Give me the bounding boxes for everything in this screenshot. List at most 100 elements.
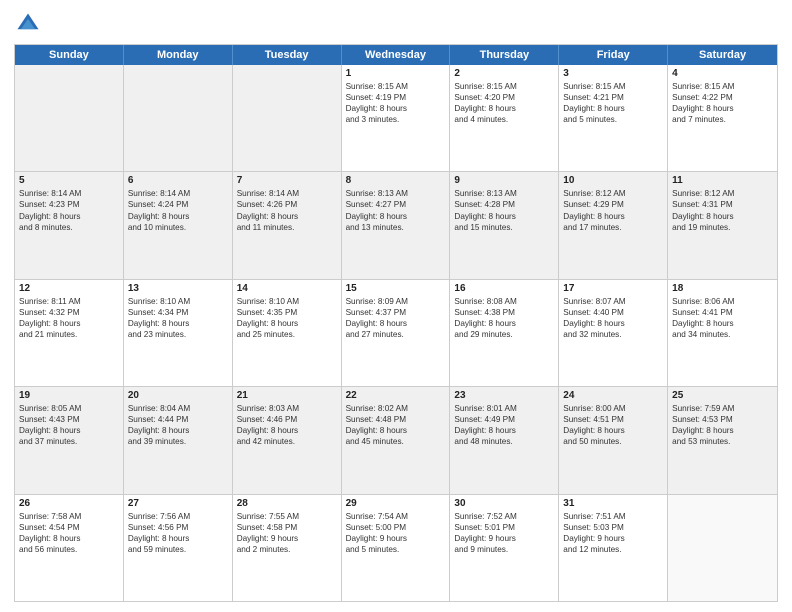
day-number: 25	[672, 390, 773, 401]
cell-line: Sunset: 5:00 PM	[346, 522, 446, 533]
header-day-saturday: Saturday	[668, 45, 777, 65]
cal-cell: 12Sunrise: 8:11 AMSunset: 4:32 PMDayligh…	[15, 280, 124, 386]
cell-line: Sunrise: 8:15 AM	[454, 81, 554, 92]
cal-cell: 16 Sunrise: 8:08 AMSunset: 4:38 PMDayligh…	[450, 280, 559, 386]
cal-cell: 13Sunrise: 8:10 AMSunset: 4:34 PMDayligh…	[124, 280, 233, 386]
cal-cell: 19Sunrise: 8:05 AMSunset: 4:43 PMDayligh…	[15, 387, 124, 493]
cell-line: and 5 minutes.	[563, 114, 663, 125]
cell-line: Daylight: 8 hours	[563, 211, 663, 222]
cal-cell: 20Sunrise: 8:04 AMSunset: 4:44 PMDayligh…	[124, 387, 233, 493]
cell-line: Daylight: 8 hours	[128, 211, 228, 222]
day-number: 12	[19, 283, 119, 294]
cell-line: Sunrise: 8:10 AM	[237, 296, 337, 307]
cell-line: and 3 minutes.	[346, 114, 446, 125]
day-number: 23	[454, 390, 554, 401]
cell-line: Sunset: 4:48 PM	[346, 414, 446, 425]
cell-line: and 2 minutes.	[237, 544, 337, 555]
cell-line: Sunset: 4:38 PM	[454, 307, 554, 318]
cal-cell: 21Sunrise: 8:03 AMSunset: 4:46 PMDayligh…	[233, 387, 342, 493]
cell-line: Daylight: 8 hours	[346, 425, 446, 436]
cell-line: and 27 minutes.	[346, 329, 446, 340]
cell-line: Daylight: 8 hours	[128, 425, 228, 436]
cal-cell	[668, 495, 777, 601]
cell-line: Sunset: 4:54 PM	[19, 522, 119, 533]
cell-line: Sunrise: 7:51 AM	[563, 511, 663, 522]
cal-cell: 5Sunrise: 8:14 AMSunset: 4:23 PMDaylight…	[15, 172, 124, 278]
cell-line: Daylight: 8 hours	[454, 318, 554, 329]
cell-line: Sunset: 4:53 PM	[672, 414, 773, 425]
cell-line: Sunrise: 8:07 AM	[563, 296, 663, 307]
cell-line: Sunrise: 7:58 AM	[19, 511, 119, 522]
logo-icon	[14, 10, 42, 38]
day-number: 16	[454, 283, 554, 294]
header-day-thursday: Thursday	[450, 45, 559, 65]
cell-line: Sunset: 5:01 PM	[454, 522, 554, 533]
cell-line: and 48 minutes.	[454, 436, 554, 447]
week-row-2: 5Sunrise: 8:14 AMSunset: 4:23 PMDaylight…	[15, 172, 777, 279]
cal-cell: 25Sunrise: 7:59 AMSunset: 4:53 PMDayligh…	[668, 387, 777, 493]
page: SundayMondayTuesdayWednesdayThursdayFrid…	[0, 0, 792, 612]
cal-cell	[233, 65, 342, 171]
day-number: 14	[237, 283, 337, 294]
cell-line: Daylight: 8 hours	[672, 103, 773, 114]
cell-line: Sunset: 4:51 PM	[563, 414, 663, 425]
cell-line: Sunset: 4:56 PM	[128, 522, 228, 533]
cell-line: Daylight: 9 hours	[454, 533, 554, 544]
cell-line: Sunset: 4:41 PM	[672, 307, 773, 318]
cell-line: Daylight: 8 hours	[128, 533, 228, 544]
week-row-3: 12Sunrise: 8:11 AMSunset: 4:32 PMDayligh…	[15, 280, 777, 387]
cell-line: Sunrise: 8:08 AM	[454, 296, 554, 307]
cell-line: Daylight: 8 hours	[454, 211, 554, 222]
cell-line: Sunset: 4:24 PM	[128, 199, 228, 210]
day-number: 5	[19, 175, 119, 186]
cell-line: and 9 minutes.	[454, 544, 554, 555]
day-number: 11	[672, 175, 773, 186]
cell-line: Sunset: 4:37 PM	[346, 307, 446, 318]
cell-line: Daylight: 8 hours	[346, 318, 446, 329]
cell-line: Sunrise: 8:01 AM	[454, 403, 554, 414]
cell-line: and 23 minutes.	[128, 329, 228, 340]
header-day-friday: Friday	[559, 45, 668, 65]
cal-cell: 23Sunrise: 8:01 AMSunset: 4:49 PMDayligh…	[450, 387, 559, 493]
day-number: 20	[128, 390, 228, 401]
cell-line: Daylight: 9 hours	[563, 533, 663, 544]
cell-line: Sunrise: 8:13 AM	[454, 188, 554, 199]
day-number: 15	[346, 283, 446, 294]
cell-line: Sunrise: 8:14 AM	[128, 188, 228, 199]
cell-line: and 59 minutes.	[128, 544, 228, 555]
cell-line: and 13 minutes.	[346, 222, 446, 233]
cell-line: Daylight: 8 hours	[346, 211, 446, 222]
cell-line: and 11 minutes.	[237, 222, 337, 233]
cell-line: Sunset: 4:20 PM	[454, 92, 554, 103]
cell-line: Daylight: 8 hours	[672, 211, 773, 222]
cell-line: Sunrise: 8:10 AM	[128, 296, 228, 307]
day-number: 4	[672, 68, 773, 79]
cell-line: Sunset: 4:26 PM	[237, 199, 337, 210]
cal-cell: 15Sunrise: 8:09 AMSunset: 4:37 PMDayligh…	[342, 280, 451, 386]
cal-cell: 10Sunrise: 8:12 AMSunset: 4:29 PMDayligh…	[559, 172, 668, 278]
cell-line: Sunrise: 7:56 AM	[128, 511, 228, 522]
day-number: 17	[563, 283, 663, 294]
cal-cell: 27Sunrise: 7:56 AMSunset: 4:56 PMDayligh…	[124, 495, 233, 601]
cal-cell: 31Sunrise: 7:51 AMSunset: 5:03 PMDayligh…	[559, 495, 668, 601]
day-number: 10	[563, 175, 663, 186]
cell-line: Daylight: 8 hours	[237, 425, 337, 436]
cal-cell: 28Sunrise: 7:55 AMSunset: 4:58 PMDayligh…	[233, 495, 342, 601]
cell-line: Daylight: 8 hours	[19, 425, 119, 436]
cell-line: Daylight: 8 hours	[19, 533, 119, 544]
cell-line: Daylight: 8 hours	[346, 103, 446, 114]
cell-line: Sunrise: 8:14 AM	[19, 188, 119, 199]
day-number: 1	[346, 68, 446, 79]
cell-line: and 17 minutes.	[563, 222, 663, 233]
cell-line: and 10 minutes.	[128, 222, 228, 233]
header-day-monday: Monday	[124, 45, 233, 65]
day-number: 26	[19, 498, 119, 509]
cal-cell: 4Sunrise: 8:15 AMSunset: 4:22 PMDaylight…	[668, 65, 777, 171]
cell-line: Sunrise: 7:52 AM	[454, 511, 554, 522]
cell-line: Sunrise: 8:15 AM	[563, 81, 663, 92]
cell-line: Sunrise: 8:11 AM	[19, 296, 119, 307]
cell-line: and 56 minutes.	[19, 544, 119, 555]
cal-cell: 9Sunrise: 8:13 AMSunset: 4:28 PMDaylight…	[450, 172, 559, 278]
cal-cell	[15, 65, 124, 171]
cell-line: and 12 minutes.	[563, 544, 663, 555]
